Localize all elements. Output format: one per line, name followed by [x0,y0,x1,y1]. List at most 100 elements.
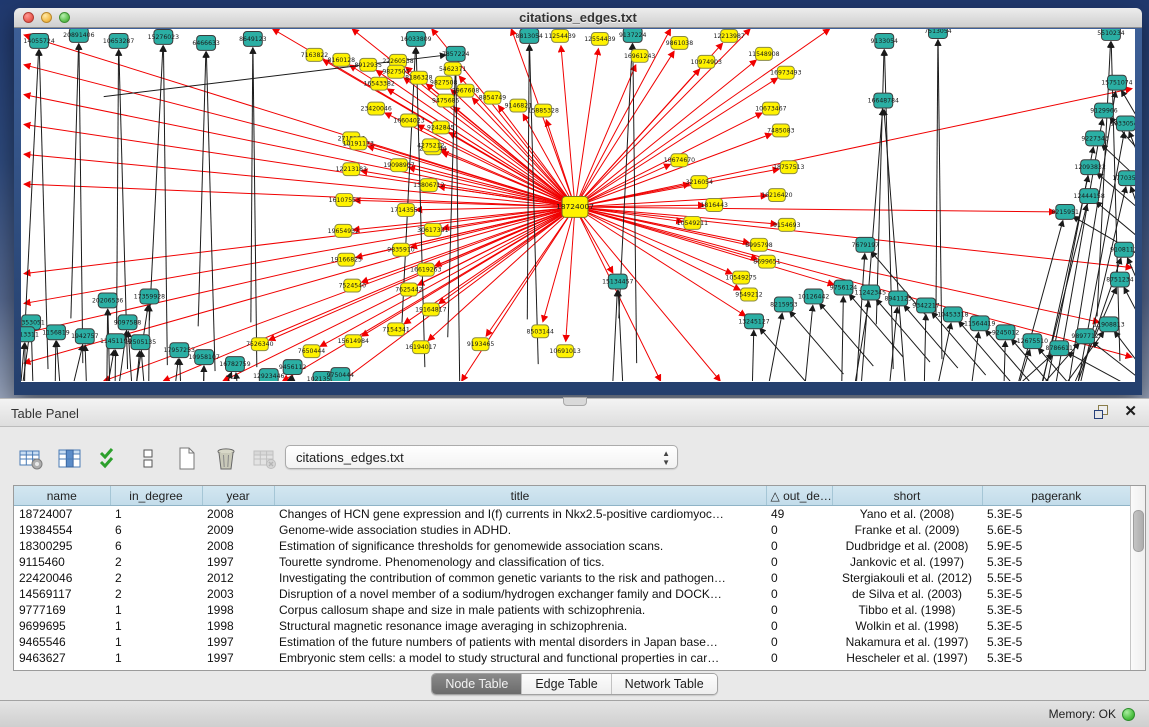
table-cell[interactable]: 9699695 [14,618,110,634]
network-node[interactable]: 12444158 [1073,189,1104,204]
table-cell[interactable]: 0 [766,554,832,570]
network-node[interactable]: 16961243 [624,49,655,62]
network-node[interactable]: 10974903 [691,55,722,68]
table-cell[interactable]: Estimation of significance thresholds fo… [274,538,766,554]
network-edge[interactable] [790,311,844,374]
network-node[interactable]: 1156819 [42,325,70,340]
network-edge[interactable] [362,207,575,336]
delete-table-icon[interactable] [211,444,241,474]
network-edge[interactable] [876,50,884,324]
network-edge[interactable] [206,52,215,371]
network-edge[interactable] [24,207,575,303]
table-cell[interactable]: 1 [110,506,202,523]
column-header-name[interactable]: name [14,486,110,506]
network-edge[interactable] [842,296,844,381]
network-edge[interactable] [79,44,83,363]
table-row[interactable]: 911546021997Tourette syndrome. Phenomeno… [14,554,1130,570]
table-cell[interactable]: 5.9E-5 [982,538,1130,554]
column-header-title[interactable]: title [274,486,766,506]
row-height-icon[interactable] [133,444,163,474]
network-edge[interactable] [180,359,183,381]
network-node[interactable]: 20206536 [92,293,123,308]
network-node[interactable]: 10126442 [798,289,829,304]
network-edge[interactable] [1016,221,1063,381]
network-edge[interactable] [566,207,575,341]
table-row[interactable]: 1872400712008Changes of HCN gene express… [14,506,1130,523]
table-cell[interactable]: Nakamura et al. (1997) [832,634,982,650]
network-node[interactable]: 9097588 [114,315,142,330]
network-node[interactable]: 12093832 [1074,160,1105,175]
network-edge[interactable] [575,29,670,207]
network-node[interactable]: 8813054 [516,29,544,43]
table-cell[interactable]: Structural magnetic resonance image aver… [274,618,766,634]
table-cell[interactable]: Estimation of the future numbers of pati… [274,634,766,650]
network-node[interactable]: 8215953 [770,297,798,312]
network-node[interactable]: 8503144 [527,325,555,338]
network-node[interactable]: 7524540 [339,279,367,292]
table-cell[interactable]: 14569117 [14,586,110,602]
column-header-out_de[interactable]: △ out_de… [766,486,832,506]
network-edge[interactable] [1129,132,1135,169]
network-node[interactable]: 8699651 [753,255,781,268]
network-node[interactable]: 16216420 [761,189,792,202]
network-edge[interactable] [71,44,79,318]
network-edge[interactable] [618,291,625,381]
table-cell[interactable]: Franke et al. (2009) [832,522,982,538]
table-cell[interactable]: 0 [766,586,832,602]
tab-node-table[interactable]: Node Table [432,674,521,694]
network-node[interactable]: 10653287 [103,33,134,48]
column-header-in_degree[interactable]: in_degree [110,486,202,506]
network-node[interactable]: 12675510 [1017,334,1048,349]
network-edge[interactable] [253,48,257,367]
table-scrollbar-thumb[interactable] [1133,510,1144,552]
citation-network-graph[interactable]: 1405572420891406106532871527602364666338… [21,29,1135,381]
network-node[interactable]: 20891406 [63,29,94,42]
network-edge[interactable] [85,345,88,381]
table-cell[interactable]: Tibbo et al. (1998) [832,602,982,618]
table-selector-dropdown[interactable]: citations_edges.txt ▲▼ [285,445,678,469]
table-cell[interactable]: 0 [766,522,832,538]
network-window-titlebar[interactable]: citations_edges.txt [14,8,1142,28]
network-node[interactable]: 16194017 [405,341,436,354]
network-node[interactable]: 9897712 [1071,329,1099,344]
network-node[interactable]: 11564419 [964,316,995,331]
network-node[interactable]: 7485083 [767,124,795,137]
network-edge[interactable] [575,60,756,207]
table-cell[interactable]: 1998 [202,602,274,618]
network-node[interactable]: 9108113 [1110,242,1135,257]
network-node[interactable]: 12554439 [584,32,615,45]
table-row[interactable]: 977716911998Corpus callosum shape and si… [14,602,1130,618]
table-cell[interactable]: 0 [766,602,832,618]
network-node[interactable]: 9193465 [467,338,495,351]
table-row[interactable]: 1938455462009Genome-wide association stu… [14,522,1130,538]
table-cell[interactable]: Stergiakouli et al. (2012) [832,570,982,586]
table-cell[interactable]: 5.3E-5 [982,506,1130,523]
network-edge[interactable] [752,330,754,381]
table-cell[interactable]: 5.6E-5 [982,522,1130,538]
table-cell[interactable]: 1 [110,602,202,618]
table-cell[interactable]: 5.3E-5 [982,602,1130,618]
network-edge[interactable] [936,40,938,314]
table-cell[interactable]: 5.3E-5 [982,618,1130,634]
network-node[interactable]: 16543382 [363,77,394,90]
tab-edge-table[interactable]: Edge Table [521,674,610,694]
network-node[interactable]: 7650444 [298,345,326,358]
network-node[interactable]: 16033809 [400,31,431,46]
network-node[interactable]: 12213183 [336,163,367,176]
network-edge[interactable] [115,350,116,381]
network-node[interactable]: 9861038 [666,36,694,49]
network-node[interactable]: 13245127 [738,314,769,329]
table-cell[interactable]: 0 [766,618,832,634]
network-edge[interactable] [575,164,670,207]
table-cell[interactable]: 18724007 [14,506,110,523]
network-node[interactable]: 17143551 [390,204,421,217]
network-node[interactable]: 8941125 [884,291,912,306]
network-node[interactable]: 15751074 [1101,75,1132,90]
network-node[interactable]: 19654932 [328,224,359,237]
table-cell[interactable]: Dudbridge et al. (2008) [832,538,982,554]
table-cell[interactable]: 5.3E-5 [982,650,1130,666]
network-node[interactable]: 23420046 [360,102,391,115]
network-node[interactable]: 8649123 [239,31,267,46]
network-node[interactable]: 7857224 [442,46,470,61]
network-edge[interactable] [25,50,38,324]
